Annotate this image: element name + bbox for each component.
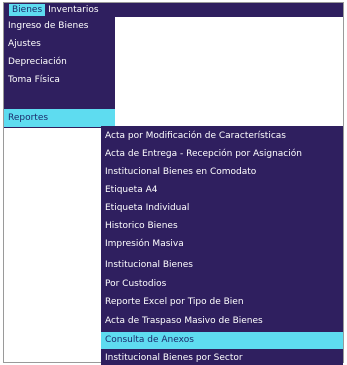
menu-bar: Bienes Inventarios [4, 3, 343, 17]
submenu-item-etiqueta-a4[interactable]: Etiqueta A4 [101, 182, 343, 199]
submenu-item-institucional-sector[interactable]: Institucional Bienes por Sector [101, 350, 343, 365]
submenu-item-acta-traspaso[interactable]: Acta de Traspaso Masivo de Bienes [101, 313, 343, 330]
submenu-item-acta-entrega[interactable]: Acta de Entrega - Recepción por Asignaci… [101, 146, 343, 163]
submenu-item-etiqueta-individual[interactable]: Etiqueta Individual [101, 200, 343, 217]
menu-item-reportes[interactable]: Reportes [4, 109, 115, 127]
menu-item-ingreso-de-bienes[interactable]: Ingreso de Bienes [4, 17, 115, 35]
submenu-item-institucional-bienes[interactable]: Institucional Bienes [101, 257, 343, 274]
submenu-item-consulta-anexos[interactable]: Consulta de Anexos [101, 332, 343, 349]
submenu-item-impresion-masiva[interactable]: Impresión Masiva [101, 236, 343, 253]
screen: Bienes Inventarios Ingreso de Bienes Aju… [0, 0, 347, 365]
menu-item-depreciacion[interactable]: Depreciación [4, 53, 115, 71]
submenu-item-reporte-excel[interactable]: Reporte Excel por Tipo de Bien [101, 294, 343, 311]
submenu-item-acta-modificacion[interactable]: Acta por Modificación de Características [101, 128, 343, 145]
menu-inventarios[interactable]: Inventarios [45, 4, 101, 16]
reportes-submenu: Acta por Modificación de Características… [101, 126, 343, 365]
menu-bienes[interactable]: Bienes [9, 4, 46, 16]
menu-item-toma-fisica[interactable]: Toma Física [4, 71, 115, 89]
bienes-dropdown: Ingreso de Bienes Ajustes Depreciación T… [4, 17, 115, 128]
submenu-item-historico-bienes[interactable]: Historico Bienes [101, 218, 343, 235]
menu-item-ajustes[interactable]: Ajustes [4, 35, 115, 53]
submenu-item-institucional-comodato[interactable]: Institucional Bienes en Comodato [101, 164, 343, 181]
submenu-item-por-custodios[interactable]: Por Custodios [101, 276, 343, 293]
